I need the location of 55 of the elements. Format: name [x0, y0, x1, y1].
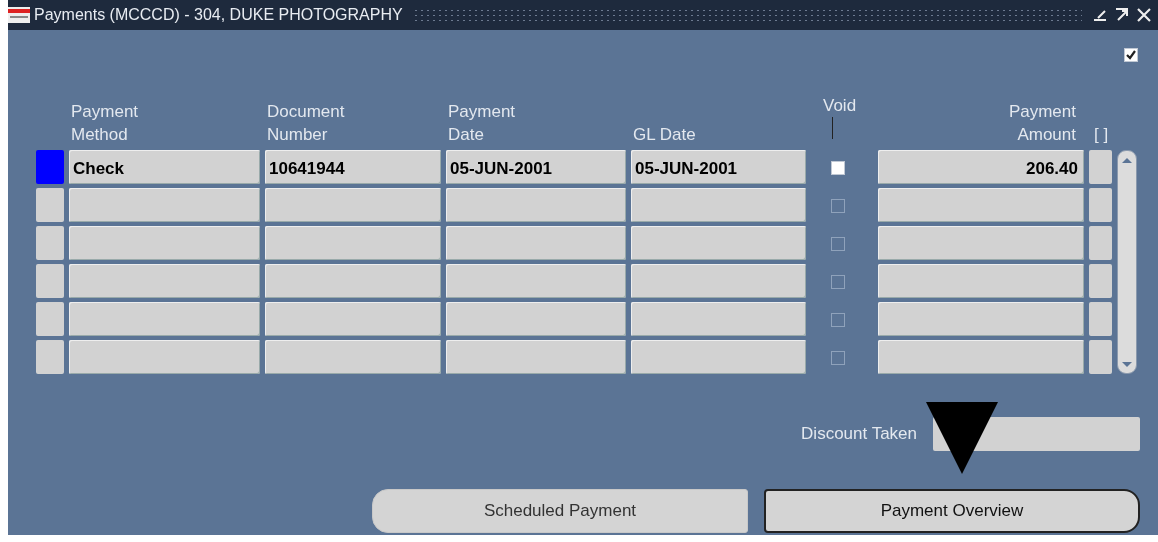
table-cell[interactable]: [446, 264, 626, 298]
table-cell[interactable]: [1089, 340, 1112, 374]
table-cell[interactable]: [631, 226, 806, 260]
table-cell[interactable]: [69, 226, 260, 260]
table-cell[interactable]: [878, 264, 1084, 298]
checkbox[interactable]: [831, 160, 845, 175]
minimize-icon[interactable]: [1092, 7, 1108, 23]
table-cell[interactable]: [446, 302, 626, 336]
action-button[interactable]: Payment Overview: [764, 489, 1140, 533]
column-header: Payment Amount: [1007, 101, 1077, 146]
table-cell[interactable]: [446, 226, 626, 260]
table-cell[interactable]: [1089, 302, 1112, 336]
table-cell[interactable]: [265, 264, 441, 298]
column-header: Payment Method: [70, 101, 140, 146]
table-cell[interactable]: [446, 340, 626, 374]
table-cell[interactable]: [69, 302, 260, 336]
table-cell[interactable]: 10641944: [265, 150, 441, 184]
table-cell[interactable]: [265, 226, 441, 260]
table-cell[interactable]: [1089, 188, 1112, 222]
app-icon: [8, 7, 30, 23]
table-cell[interactable]: [631, 302, 806, 336]
table-cell[interactable]: [878, 340, 1084, 374]
maximize-icon[interactable]: [1114, 7, 1130, 23]
column-header: Document Number: [266, 101, 346, 146]
table-cell[interactable]: 206.40: [878, 150, 1084, 184]
table-cell[interactable]: [878, 302, 1084, 336]
table-cell[interactable]: [69, 340, 260, 374]
table-cell[interactable]: [631, 264, 806, 298]
table-cell[interactable]: [265, 188, 441, 222]
pointer-arrow-overlay: [926, 402, 998, 474]
checkbox[interactable]: [1124, 48, 1138, 62]
action-button[interactable]: Scheduled Payment: [372, 489, 748, 533]
table-cell[interactable]: [265, 302, 441, 336]
table-cell[interactable]: [1089, 150, 1112, 184]
table-cell[interactable]: [631, 188, 806, 222]
table-cell[interactable]: [631, 340, 806, 374]
column-header: [ ]: [1093, 124, 1110, 146]
table-cell[interactable]: Check: [69, 150, 260, 184]
table-cell[interactable]: [878, 188, 1084, 222]
column-header: Payment Date: [447, 101, 517, 146]
table-cell[interactable]: [265, 340, 441, 374]
table-cell[interactable]: 05-JUN-2001: [631, 150, 806, 184]
column-header: GL Date: [632, 124, 697, 146]
close-icon[interactable]: [1136, 7, 1152, 23]
table-cell[interactable]: [1089, 226, 1112, 260]
table-cell[interactable]: [1089, 264, 1112, 298]
table-cell[interactable]: [69, 264, 260, 298]
table-cell[interactable]: [446, 188, 626, 222]
table-cell[interactable]: [69, 188, 260, 222]
table-cell[interactable]: [878, 226, 1084, 260]
window-title: Payments (MCCCD) - 304, DUKE PHOTOGRAPHY: [34, 5, 403, 25]
field-label: Discount Taken: [801, 423, 917, 446]
column-header: Void: [823, 95, 857, 117]
scrollbar[interactable]: [1117, 150, 1137, 374]
table-cell[interactable]: 05-JUN-2001: [446, 150, 626, 184]
